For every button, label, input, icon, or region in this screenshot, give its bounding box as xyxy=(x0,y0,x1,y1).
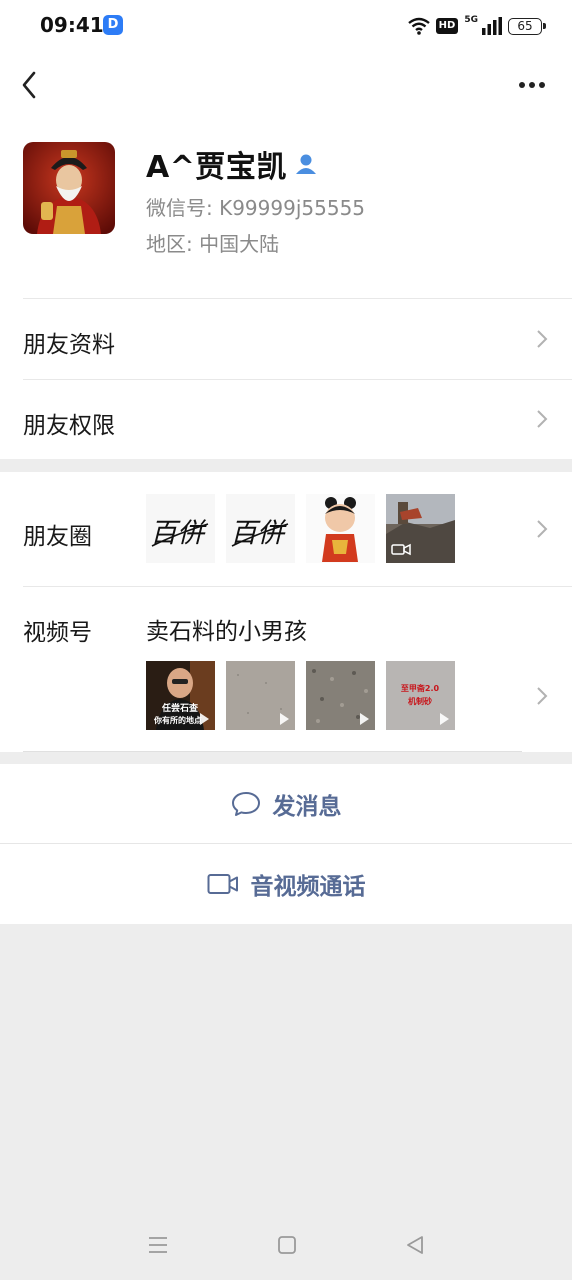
channels-label: 视频号 xyxy=(23,620,92,646)
name-row: A^贾宝凯 xyxy=(146,142,317,186)
status-bar: 09:41 D HD 5G 65 xyxy=(0,0,572,52)
moments-thumb[interactable]: 百併 xyxy=(226,494,295,563)
channel-thumb-caption: 任尝石查 xyxy=(161,702,199,714)
chevron-right-icon xyxy=(537,520,548,538)
play-icon xyxy=(360,713,369,725)
divider xyxy=(23,379,572,380)
person-icon xyxy=(295,154,316,174)
channel-thumb-caption: 至甲斋2.0 xyxy=(401,683,440,693)
status-time: 09:41 xyxy=(40,13,104,37)
play-icon xyxy=(200,713,209,725)
system-nav-bar xyxy=(0,1210,572,1280)
status-indicators: HD 5G 65 xyxy=(407,14,546,38)
chat-bubble-icon xyxy=(231,792,260,816)
video-call-label: 音视频通话 xyxy=(250,874,366,900)
battery-indicator: 65 xyxy=(508,17,546,35)
profile-card: A^贾宝凯 微信号: K99999j55555 地区: 中国大陆 xyxy=(0,122,572,298)
network-type: 5G xyxy=(464,15,478,25)
avatar[interactable] xyxy=(23,142,115,234)
app-notification-icon: D xyxy=(103,15,123,35)
chevron-left-icon xyxy=(22,71,36,99)
signal-icon xyxy=(482,17,502,35)
divider xyxy=(23,586,572,587)
wifi-icon xyxy=(407,17,430,35)
hd-badge: HD xyxy=(435,18,459,34)
send-message-label: 发消息 xyxy=(272,794,342,820)
channels-thumbnails: 任尝石查 你有所的地点 至甲斋2.0 机制砂 xyxy=(146,661,455,730)
channels-title: 卖石料的小男孩 xyxy=(146,619,307,645)
contact-name: A^贾宝凯 xyxy=(146,150,287,185)
chevron-right-icon xyxy=(537,410,548,428)
channel-video-thumb[interactable] xyxy=(226,661,295,730)
more-dots-icon xyxy=(519,82,545,88)
channel-video-thumb[interactable] xyxy=(306,661,375,730)
friend-permissions-row[interactable]: 朋友权限 xyxy=(0,379,572,459)
menu-icon[interactable] xyxy=(147,1235,169,1255)
moments-video-thumb[interactable] xyxy=(386,494,455,563)
back-triangle-icon[interactable] xyxy=(405,1235,425,1255)
more-options-button[interactable] xyxy=(512,66,552,104)
divider xyxy=(23,751,522,752)
moments-thumb[interactable]: 百併 xyxy=(146,494,215,563)
play-icon xyxy=(280,713,289,725)
wechat-id: 微信号: K99999j55555 xyxy=(146,196,366,220)
moments-label: 朋友圈 xyxy=(23,524,92,550)
send-message-button[interactable]: 发消息 xyxy=(0,764,572,844)
home-icon[interactable] xyxy=(277,1235,297,1255)
friend-info-label: 朋友资料 xyxy=(23,332,115,358)
chevron-right-icon xyxy=(537,687,548,705)
moments-thumbnails: 百併 百併 xyxy=(146,494,455,563)
nav-header xyxy=(0,52,572,122)
video-call-button[interactable]: 音视频通话 xyxy=(0,844,572,924)
video-camera-icon xyxy=(207,874,238,894)
friend-info-row[interactable]: 朋友资料 xyxy=(0,298,572,379)
moments-row[interactable]: 朋友圈 百併 百併 xyxy=(0,472,572,586)
channel-thumb-caption: 机制砂 xyxy=(408,696,432,706)
chevron-right-icon xyxy=(537,330,548,348)
channels-row[interactable]: 视频号 卖石料的小男孩 任尝石查 你有所的地点 至甲斋2.0 机制砂 xyxy=(0,586,572,752)
play-icon xyxy=(440,713,449,725)
channel-video-thumb[interactable]: 至甲斋2.0 机制砂 xyxy=(386,661,455,730)
moments-thumb[interactable] xyxy=(306,494,375,563)
region: 地区: 中国大陆 xyxy=(146,232,280,256)
channel-thumb-caption: 你有所的地点 xyxy=(153,715,202,725)
channel-video-thumb[interactable]: 任尝石查 你有所的地点 xyxy=(146,661,215,730)
divider xyxy=(23,298,572,299)
friend-permissions-label: 朋友权限 xyxy=(23,413,115,439)
back-button[interactable] xyxy=(12,66,46,104)
